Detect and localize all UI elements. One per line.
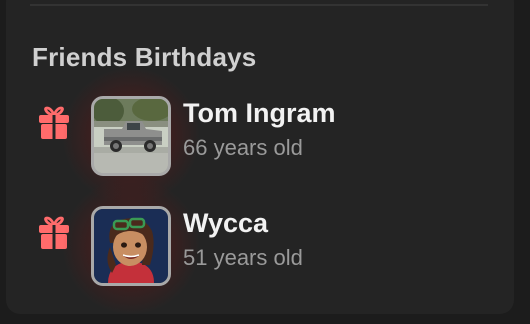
friend-name[interactable]: Wycca (183, 206, 268, 240)
avatar-wrapper[interactable] (63, 68, 199, 204)
birthdays-panel: Friends Birthdays Tom Ingram 66 years ol… (6, 0, 514, 314)
friend-item[interactable]: Tom Ingram 66 years old (6, 68, 514, 204)
avatar-wrapper[interactable] (63, 178, 199, 314)
friend-age: 51 years old (183, 245, 303, 270)
avatar[interactable] (91, 96, 171, 176)
avatar[interactable] (91, 206, 171, 286)
friend-age: 66 years old (183, 135, 303, 160)
divider (30, 4, 488, 6)
friend-name[interactable]: Tom Ingram (183, 96, 336, 130)
friend-item[interactable]: Wycca 51 years old (6, 178, 514, 314)
